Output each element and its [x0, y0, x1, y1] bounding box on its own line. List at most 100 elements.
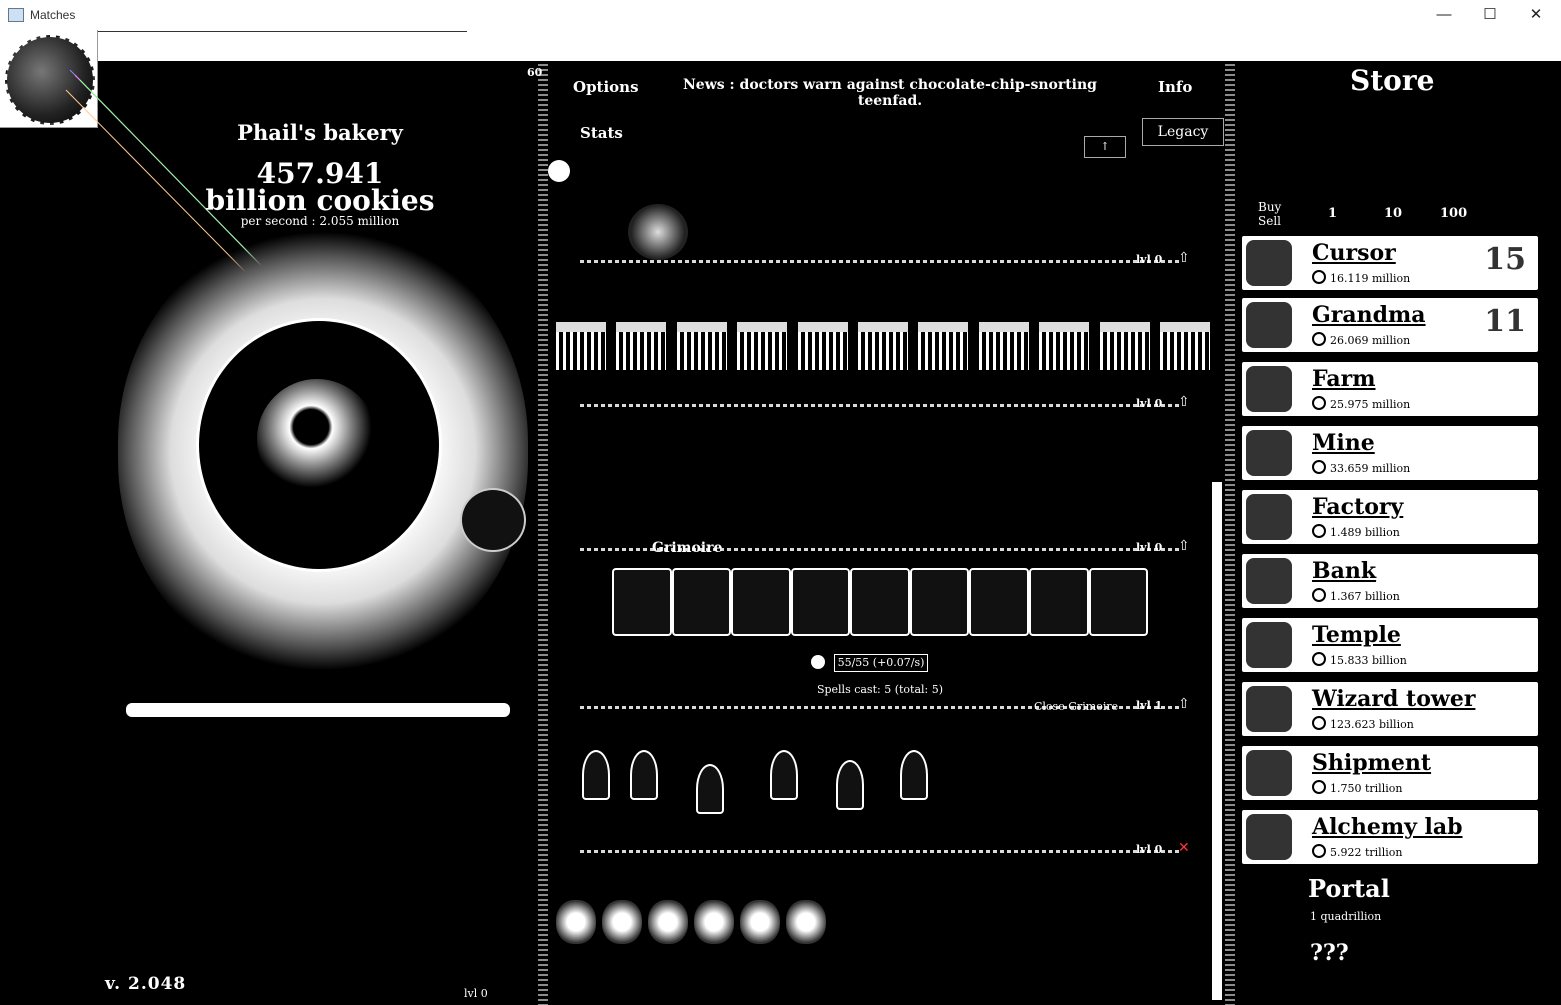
sell-label[interactable]: Sell [1258, 214, 1281, 228]
mute-arrow-icon[interactable]: ⇧ [1178, 538, 1190, 554]
spell-icon[interactable] [1028, 568, 1089, 636]
spell-icon[interactable] [612, 568, 672, 636]
product-wizard-tower[interactable]: Wizard tower 123.623 billion [1242, 682, 1538, 736]
grandma-icon [1246, 302, 1292, 348]
buy-label[interactable]: Buy [1258, 200, 1281, 214]
cookie-count: 457.941 billion cookies [180, 160, 460, 215]
product-name: Farm [1312, 366, 1376, 392]
stats-button[interactable]: Stats [580, 124, 623, 142]
farm-icon [1246, 366, 1292, 412]
spell-icon[interactable] [850, 568, 910, 636]
big-cookie[interactable] [196, 318, 442, 572]
buildings-scrollbar[interactable] [1212, 482, 1222, 1000]
strip-rule [97, 31, 467, 32]
product-name: Mine [1312, 430, 1375, 456]
farm-building [797, 322, 848, 370]
product-portal[interactable]: Portal [1308, 874, 1390, 903]
right-divider [1225, 64, 1235, 1005]
building-level-label[interactable]: lvl 0 [1136, 253, 1162, 266]
spell-icon[interactable] [731, 568, 791, 636]
minimize-button[interactable]: — [1421, 4, 1467, 26]
product-price: 33.659 million [1312, 460, 1410, 475]
magic-icon [811, 655, 825, 669]
product-mine[interactable]: Mine 33.659 million [1242, 426, 1538, 480]
product-bank[interactable]: Bank 1.367 billion [1242, 554, 1538, 608]
product-factory[interactable]: Factory 1.489 billion [1242, 490, 1538, 544]
options-button[interactable]: Options [573, 78, 639, 96]
product-grandma[interactable]: Grandma 26.069 million 11 [1242, 298, 1538, 352]
farm-building [857, 322, 908, 370]
cookie-thumbnail [5, 35, 95, 125]
news-ticker[interactable]: News : doctors warn against chocolate-ch… [660, 77, 1120, 109]
product-price: 1.750 trillion [1312, 780, 1402, 795]
close-button[interactable]: ✕ [1513, 4, 1559, 26]
cursor-icon [1246, 240, 1292, 286]
product-cursor[interactable]: Cursor 16.119 million 15 [1242, 236, 1538, 290]
mute-arrow-icon[interactable]: ⇧ [1178, 696, 1190, 712]
temple-icon [1246, 622, 1292, 668]
window-titlebar: Matches — ☐ ✕ [0, 0, 1561, 31]
building-level-label[interactable]: lvl 0 [1136, 397, 1162, 410]
product-temple[interactable]: Temple 15.833 billion [1242, 618, 1538, 672]
product-name: Factory [1312, 494, 1404, 520]
template-thumbnail [0, 30, 98, 128]
spell-icon[interactable] [909, 568, 970, 636]
farm-building [1039, 322, 1090, 370]
farm-building [556, 322, 606, 370]
building-level-label[interactable]: lvl 0 [1136, 541, 1162, 554]
alchemy-row [556, 900, 836, 960]
app-icon [8, 8, 24, 22]
product-price: 25.975 million [1312, 396, 1410, 411]
ascend-icon[interactable]: ↑ [1084, 136, 1126, 158]
shipment-rocket [770, 750, 798, 800]
alchemy-sprite [786, 900, 826, 944]
portal-price: 1 quadrillion [1310, 910, 1382, 923]
building-row-divider [580, 404, 1180, 407]
farm-building [737, 322, 788, 370]
mute-arrow-icon[interactable]: ⇧ [1178, 250, 1190, 266]
info-button[interactable]: Info [1158, 78, 1192, 96]
golden-cookie[interactable] [460, 488, 526, 552]
product-shipment[interactable]: Shipment 1.750 trillion [1242, 746, 1538, 800]
product-price: 5.922 trillion [1312, 844, 1402, 859]
farm-row [556, 322, 1210, 370]
product-name: Grandma [1312, 302, 1426, 328]
achievement-icon[interactable] [548, 160, 570, 182]
product-price: 1.367 billion [1312, 588, 1400, 603]
close-x-icon[interactable]: ✕ [1178, 840, 1190, 856]
product-name: Bank [1312, 558, 1377, 584]
bulk-100-button[interactable]: 100 [1440, 206, 1467, 221]
product-alchemy-lab[interactable]: Alchemy lab 5.922 trillion [1242, 810, 1538, 864]
buy-sell-toggle[interactable]: Buy Sell [1258, 200, 1281, 228]
building-row-divider [580, 260, 1180, 263]
maximize-button[interactable]: ☐ [1467, 4, 1513, 26]
grimoire-title: Grimoire [652, 540, 723, 556]
spell-icon[interactable] [1088, 568, 1149, 636]
product-owned: 15 [1484, 242, 1526, 277]
bakery-name[interactable]: Phail's bakery [200, 120, 440, 145]
bank-icon [1246, 558, 1292, 604]
building-level-label[interactable]: lvl 0 [1136, 843, 1162, 856]
close-grimoire-button[interactable]: Close Grimoire [1034, 700, 1118, 713]
product-price: 15.833 billion [1312, 652, 1407, 667]
spell-icon[interactable] [969, 568, 1029, 636]
mute-arrow-icon[interactable]: ⇧ [1178, 394, 1190, 410]
spell-icon[interactable] [790, 568, 851, 636]
farm-building [676, 322, 727, 370]
building-level-label[interactable]: lvl 1 [1136, 699, 1162, 712]
legacy-button[interactable]: Legacy [1142, 118, 1224, 146]
product-price: 16.119 million [1312, 270, 1410, 285]
bulk-10-button[interactable]: 10 [1384, 206, 1402, 221]
farm-building [918, 322, 969, 370]
building-row-divider [580, 850, 1180, 853]
shipment-rocket [630, 750, 658, 800]
version-label: v. 2.048 [105, 974, 187, 994]
product-mystery[interactable]: ??? [1310, 940, 1349, 966]
product-price: 123.623 billion [1312, 716, 1414, 731]
alchemy-sprite [740, 900, 780, 944]
bulk-1-button[interactable]: 1 [1328, 206, 1337, 221]
left-divider [538, 64, 548, 1005]
product-farm[interactable]: Farm 25.975 million [1242, 362, 1538, 416]
product-name: Alchemy lab [1312, 814, 1463, 840]
spell-icon[interactable] [671, 568, 732, 636]
